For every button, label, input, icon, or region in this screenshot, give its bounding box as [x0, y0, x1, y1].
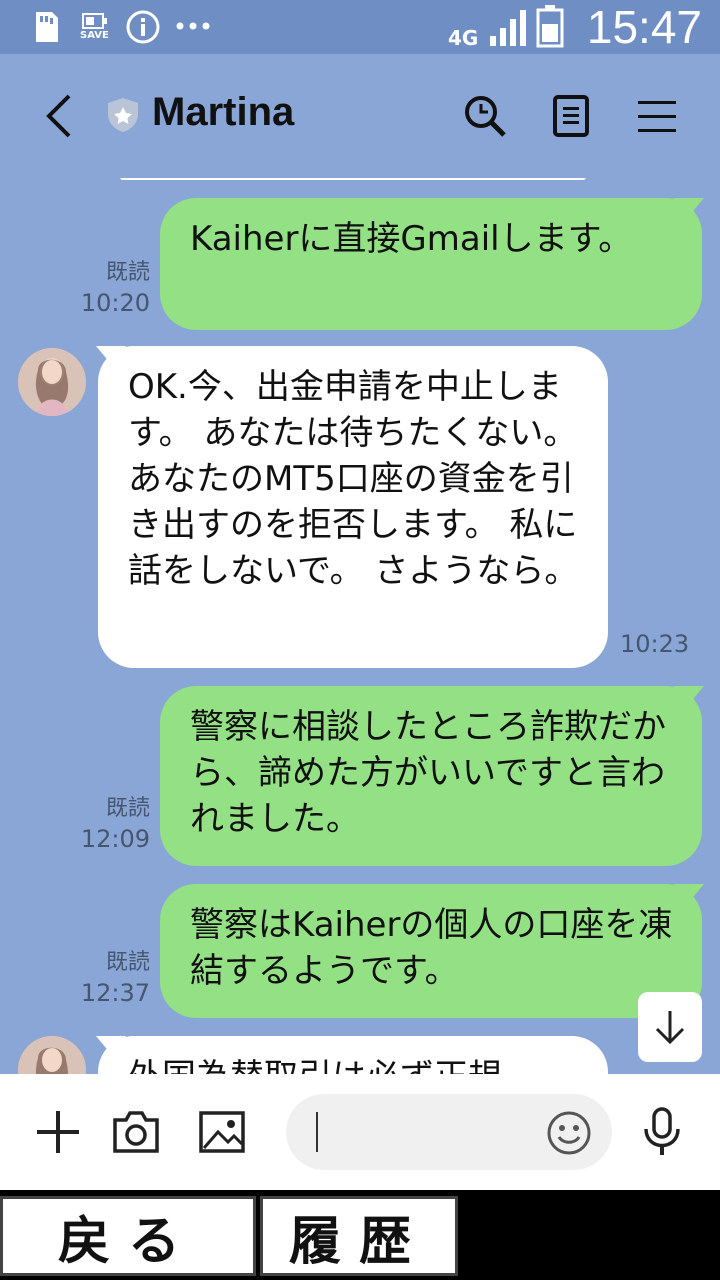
scroll-to-bottom-button[interactable] [638, 992, 702, 1062]
more-dots-icon [176, 22, 210, 30]
message-text: 警察に相談したところ詐欺だから、諦めた方がいいですと言われました。 [190, 707, 666, 839]
image-icon [199, 1111, 245, 1153]
menu-icon [638, 101, 676, 132]
status-time: 15:47 [586, 1, 702, 53]
back-button[interactable] [34, 86, 84, 146]
message-meta: 既読 10:20 [62, 258, 150, 318]
read-receipt: 既読 [105, 260, 150, 285]
add-button[interactable] [28, 1102, 88, 1162]
notes-icon [553, 95, 589, 137]
read-receipt: 既読 [105, 950, 150, 975]
message-meta: 既読 12:09 [62, 794, 150, 854]
back-nav-button[interactable]: 戻る [0, 1196, 256, 1276]
arrow-down-icon [655, 1011, 685, 1045]
read-receipt: 既読 [105, 796, 150, 821]
message-input[interactable] [286, 1094, 612, 1170]
avatar[interactable] [18, 1036, 86, 1074]
camera-icon [113, 1111, 159, 1153]
notes-button[interactable] [546, 86, 596, 146]
outgoing-message[interactable]: Kaiherに直接Gmailします。 [160, 198, 702, 330]
message-time: 10:23 [620, 630, 690, 658]
incoming-message[interactable]: 外国為替取引は必ず正規 [98, 1036, 608, 1074]
message-text: OK.今、出金申請を中止します。 あなたは待ちたくない。 あなたのMT5口座の資… [128, 367, 579, 591]
outgoing-message[interactable]: 警察に相談したところ詐欺だから、諦めた方がいいですと言われました。 [160, 686, 702, 866]
sd-card-icon [36, 12, 58, 42]
shield-badge-icon [108, 98, 138, 132]
plus-icon [37, 1111, 79, 1153]
image-button[interactable] [192, 1102, 252, 1162]
message-input-bar [0, 1074, 720, 1190]
signal-icon [490, 10, 526, 46]
avatar[interactable] [18, 348, 86, 416]
message-text: 外国為替取引は必ず正規 [128, 1057, 502, 1074]
info-icon [126, 10, 160, 44]
save-label: SAVE [80, 30, 109, 41]
history-button[interactable]: 履歴 [260, 1196, 458, 1276]
message-text: Kaiherに直接Gmailします。 [190, 219, 633, 259]
menu-button[interactable] [632, 86, 682, 146]
chat-area[interactable]: 既読 10:20 Kaiherに直接Gmailします。 OK.今、出金申請を中止… [0, 178, 720, 1074]
bottom-navigation: 戻る 履歴 [0, 1190, 720, 1280]
profile-photo-icon [18, 1036, 86, 1074]
search-button[interactable] [460, 86, 510, 146]
back-icon [46, 94, 71, 138]
incoming-message[interactable]: OK.今、出金申請を中止します。 あなたは待ちたくない。 あなたのMT5口座の資… [98, 346, 608, 668]
message-meta: 既読 12:37 [62, 948, 150, 1008]
chat-title: Martina [152, 90, 295, 134]
history-label: 履歴 [288, 1210, 429, 1272]
battery-save-icon [82, 13, 107, 29]
network-type: 4G [448, 26, 479, 50]
profile-photo-icon [18, 348, 86, 416]
bubble-tail [674, 198, 704, 222]
battery-icon [536, 5, 564, 48]
message-time: 12:37 [80, 979, 150, 1007]
message-time: 12:09 [80, 825, 150, 853]
message-time: 10:20 [80, 289, 150, 317]
camera-button[interactable] [106, 1102, 166, 1162]
outgoing-message[interactable]: 警察はKaiherの個人の口座を凍結するようです。 [160, 884, 702, 1018]
message-text: 警察はKaiherの個人の口座を凍結するようです。 [190, 905, 673, 991]
bubble-tail [674, 884, 704, 908]
microphone-icon [644, 1107, 680, 1155]
status-bar: SAVE 4G 15:47 [0, 0, 720, 54]
back-nav-label: 戻る [57, 1210, 198, 1272]
search-icon [465, 96, 506, 137]
emoji-icon[interactable] [546, 1110, 592, 1156]
previous-bubble-edge [120, 178, 586, 180]
chat-header: Martina [0, 54, 720, 178]
bubble-tail [674, 686, 704, 710]
voice-button[interactable] [632, 1102, 692, 1162]
text-cursor [316, 1112, 318, 1152]
